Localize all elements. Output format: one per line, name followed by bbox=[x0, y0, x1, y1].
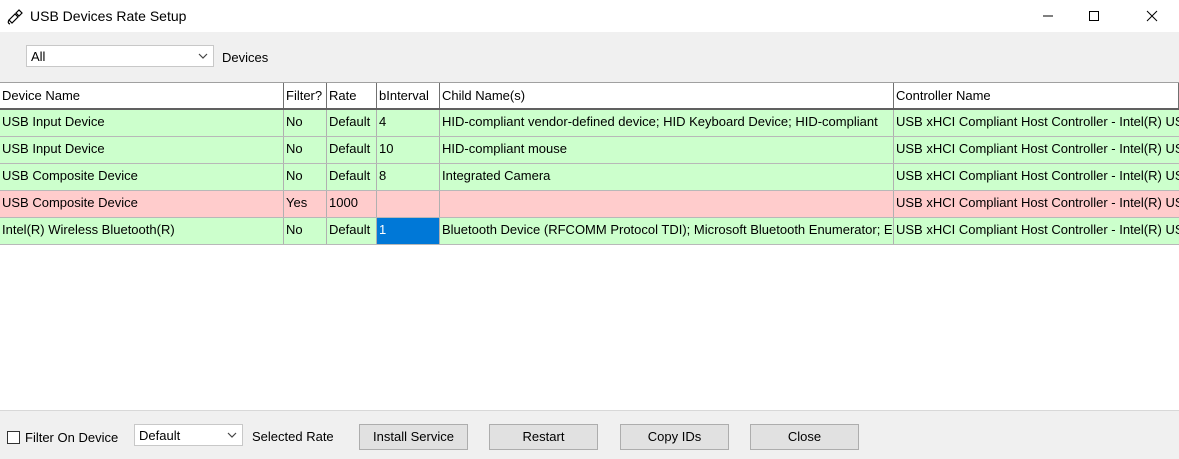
column-header[interactable]: Controller Name bbox=[894, 83, 1179, 108]
rate-cell[interactable]: 1000 bbox=[327, 191, 377, 217]
child-names-cell[interactable]: Bluetooth Device (RFCOMM Protocol TDI); … bbox=[440, 218, 894, 244]
copy-ids-button[interactable]: Copy IDs bbox=[620, 424, 729, 450]
chevron-down-icon bbox=[227, 432, 237, 438]
devices-table[interactable]: Device Name Filter? Rate bInterval Child… bbox=[0, 82, 1179, 411]
chevron-down-icon bbox=[198, 53, 208, 59]
child-names-cell[interactable]: HID-compliant vendor-defined device; HID… bbox=[440, 110, 894, 136]
binterval-cell-selected[interactable]: 1 bbox=[377, 218, 440, 244]
table-row[interactable]: USB Composite Device Yes 1000 USB xHCI C… bbox=[0, 191, 1179, 218]
device-name-cell[interactable]: USB Composite Device bbox=[0, 164, 284, 190]
rate-cell[interactable]: Default bbox=[327, 137, 377, 163]
device-filter-select[interactable]: All bbox=[26, 45, 214, 67]
table-row[interactable]: USB Input Device No Default 4 HID-compli… bbox=[0, 110, 1179, 137]
rate-select[interactable]: Default bbox=[134, 424, 243, 446]
title-bar: USB Devices Rate Setup bbox=[0, 0, 1179, 32]
controller-name-cell[interactable]: USB xHCI Compliant Host Controller - Int… bbox=[894, 218, 1179, 244]
filter-cell[interactable]: No bbox=[284, 137, 327, 163]
restart-button[interactable]: Restart bbox=[489, 424, 598, 450]
column-header[interactable]: bInterval bbox=[377, 83, 440, 108]
device-name-cell[interactable]: USB Input Device bbox=[0, 137, 284, 163]
install-service-button[interactable]: Install Service bbox=[359, 424, 468, 450]
device-name-cell[interactable]: USB Input Device bbox=[0, 110, 284, 136]
device-name-cell[interactable]: USB Composite Device bbox=[0, 191, 284, 217]
close-button[interactable]: Close bbox=[750, 424, 859, 450]
maximize-button[interactable] bbox=[1071, 0, 1117, 32]
controller-name-cell[interactable]: USB xHCI Compliant Host Controller - Int… bbox=[894, 191, 1179, 217]
minimize-button[interactable] bbox=[1025, 0, 1071, 32]
column-header[interactable]: Device Name bbox=[0, 83, 284, 108]
column-header[interactable]: Rate bbox=[327, 83, 377, 108]
table-row[interactable]: USB Composite Device No Default 8 Integr… bbox=[0, 164, 1179, 191]
filter-cell[interactable]: No bbox=[284, 164, 327, 190]
device-filter-value: All bbox=[31, 49, 46, 64]
rate-cell[interactable]: Default bbox=[327, 110, 377, 136]
minimize-icon bbox=[1043, 15, 1053, 17]
rate-select-value: Default bbox=[139, 428, 181, 443]
column-header[interactable]: Filter? bbox=[284, 83, 327, 108]
child-names-cell[interactable] bbox=[440, 191, 894, 217]
rate-cell[interactable]: Default bbox=[327, 164, 377, 190]
controller-name-cell[interactable]: USB xHCI Compliant Host Controller - Int… bbox=[894, 110, 1179, 136]
table-header: Device Name Filter? Rate bInterval Child… bbox=[0, 83, 1179, 110]
filter-on-device-label[interactable]: Filter On Device bbox=[25, 430, 118, 445]
rate-cell[interactable]: Default bbox=[327, 218, 377, 244]
table-row[interactable]: Intel(R) Wireless Bluetooth(R) No Defaul… bbox=[0, 218, 1179, 245]
table-row[interactable]: USB Input Device No Default 10 HID-compl… bbox=[0, 137, 1179, 164]
close-icon bbox=[1146, 10, 1158, 22]
close-window-button[interactable] bbox=[1129, 0, 1175, 32]
usb-plug-icon bbox=[7, 9, 23, 25]
selected-rate-label: Selected Rate bbox=[252, 429, 334, 444]
maximize-icon bbox=[1089, 11, 1099, 21]
controller-name-cell[interactable]: USB xHCI Compliant Host Controller - Int… bbox=[894, 137, 1179, 163]
binterval-cell[interactable]: 10 bbox=[377, 137, 440, 163]
filter-cell[interactable]: No bbox=[284, 110, 327, 136]
controller-name-cell[interactable]: USB xHCI Compliant Host Controller - Int… bbox=[894, 164, 1179, 190]
binterval-cell[interactable] bbox=[377, 191, 440, 217]
child-names-cell[interactable]: Integrated Camera bbox=[440, 164, 894, 190]
column-header[interactable]: Child Name(s) bbox=[440, 83, 894, 108]
filter-cell[interactable]: No bbox=[284, 218, 327, 244]
window-title: USB Devices Rate Setup bbox=[30, 8, 187, 24]
filter-on-device-checkbox[interactable] bbox=[7, 431, 20, 444]
bottom-toolbar: Filter On Device Default Selected Rate I… bbox=[0, 410, 1179, 459]
binterval-cell[interactable]: 8 bbox=[377, 164, 440, 190]
binterval-cell[interactable]: 4 bbox=[377, 110, 440, 136]
filter-cell[interactable]: Yes bbox=[284, 191, 327, 217]
device-name-cell[interactable]: Intel(R) Wireless Bluetooth(R) bbox=[0, 218, 284, 244]
child-names-cell[interactable]: HID-compliant mouse bbox=[440, 137, 894, 163]
devices-label: Devices bbox=[222, 50, 269, 65]
